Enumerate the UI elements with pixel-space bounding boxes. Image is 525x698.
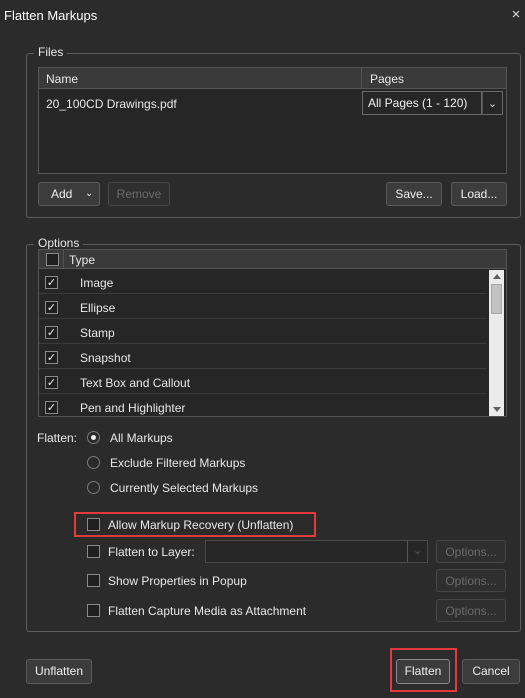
scroll-thumb[interactable] <box>491 284 502 314</box>
scroll-down-icon[interactable] <box>493 407 501 412</box>
files-table-header <box>39 68 506 89</box>
dialog-title: Flatten Markups <box>4 8 98 23</box>
show-properties-checkbox[interactable] <box>87 574 100 587</box>
unflatten-button[interactable]: Unflatten <box>26 659 92 684</box>
flatten-to-layer-checkbox[interactable] <box>87 545 100 558</box>
radio-label-exclude-filtered[interactable]: Exclude Filtered Markups <box>110 456 245 470</box>
remove-button[interactable]: Remove <box>108 182 170 206</box>
add-button[interactable]: Add ⌄ <box>38 182 100 206</box>
save-button[interactable]: Save... <box>386 182 442 206</box>
chevron-down-icon[interactable]: ⌄ <box>482 91 503 115</box>
type-label-textbox: Text Box and Callout <box>80 376 191 390</box>
column-header-pages[interactable]: Pages <box>370 72 404 86</box>
radio-exclude-filtered[interactable] <box>87 456 100 469</box>
flatten-button[interactable]: Flatten <box>396 659 450 684</box>
type-list-header <box>39 250 506 269</box>
radio-label-currently-selected[interactable]: Currently Selected Markups <box>110 481 258 495</box>
column-header-type[interactable]: Type <box>69 253 95 267</box>
select-all-checkbox[interactable] <box>46 253 59 266</box>
layer-options-button[interactable]: Options... <box>436 540 506 563</box>
type-label-stamp: Stamp <box>80 326 115 340</box>
add-label: Add <box>51 187 73 201</box>
radio-label-all-markups[interactable]: All Markups <box>110 431 173 445</box>
type-checkbox-textbox[interactable]: ✓ <box>45 376 58 389</box>
type-checkbox-ellipse[interactable]: ✓ <box>45 301 58 314</box>
options-legend: Options <box>34 236 84 250</box>
cancel-button[interactable]: Cancel <box>462 659 520 684</box>
column-header-name[interactable]: Name <box>46 72 78 86</box>
column-divider <box>361 68 362 89</box>
type-label-ellipse: Ellipse <box>80 301 116 315</box>
type-label-image: Image <box>80 276 114 290</box>
file-name: 20_100CD Drawings.pdf <box>46 97 177 111</box>
type-label-pen: Pen and Highlighter <box>80 401 186 415</box>
scroll-up-icon[interactable] <box>493 274 501 279</box>
type-checkbox-snapshot[interactable]: ✓ <box>45 351 58 364</box>
flatten-label: Flatten: <box>37 431 78 445</box>
files-legend: Files <box>34 45 68 59</box>
column-divider <box>63 250 64 269</box>
popup-options-button[interactable]: Options... <box>436 569 506 592</box>
capture-media-checkbox[interactable] <box>87 604 100 617</box>
type-checkbox-pen[interactable]: ✓ <box>45 401 58 414</box>
type-checkbox-stamp[interactable]: ✓ <box>45 326 58 339</box>
allow-recovery-checkbox[interactable] <box>87 518 100 531</box>
show-properties-label[interactable]: Show Properties in Popup <box>108 574 247 588</box>
radio-currently-selected[interactable] <box>87 481 100 494</box>
chevron-down-icon: ⌄ <box>85 188 94 199</box>
pages-select[interactable]: All Pages (1 - 120) <box>362 91 482 115</box>
type-checkbox-image[interactable]: ✓ <box>45 276 58 289</box>
layer-select[interactable] <box>205 540 428 563</box>
chevron-down-icon[interactable]: ⌄ <box>407 541 427 562</box>
radio-all-markups[interactable] <box>87 431 100 444</box>
allow-recovery-label[interactable]: Allow Markup Recovery (Unflatten) <box>108 518 293 532</box>
capture-options-button[interactable]: Options... <box>436 599 506 622</box>
flatten-to-layer-label[interactable]: Flatten to Layer: <box>108 545 195 559</box>
capture-media-label[interactable]: Flatten Capture Media as Attachment <box>108 604 306 618</box>
load-button[interactable]: Load... <box>451 182 507 206</box>
type-label-snapshot: Snapshot <box>80 351 131 365</box>
close-icon[interactable]: × <box>509 7 523 23</box>
